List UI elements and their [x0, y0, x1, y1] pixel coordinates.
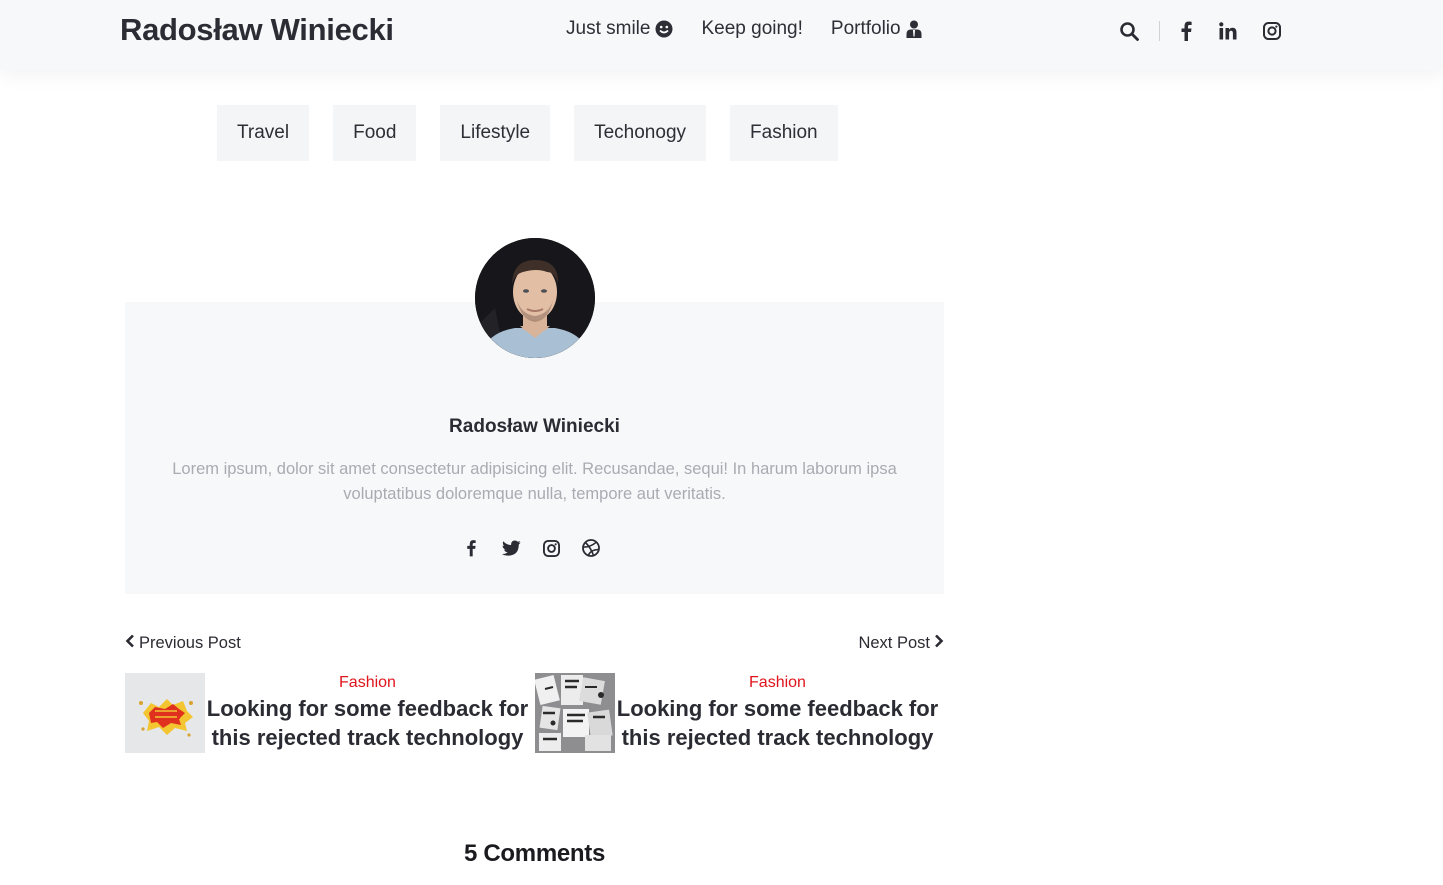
nav-label: Keep going!: [701, 18, 803, 39]
previous-post-info: Fashion Looking for some feedback for th…: [205, 673, 530, 753]
site-header: Radosław Winiecki Just smile Keep going!…: [0, 0, 1443, 70]
next-post-category[interactable]: Fashion: [615, 674, 940, 692]
previous-post-card[interactable]: Fashion Looking for some feedback for th…: [125, 673, 530, 753]
main-nav: Just smile Keep going! Portfolio: [566, 18, 922, 40]
header-actions: [1117, 19, 1284, 43]
author-name: Radosław Winiecki: [449, 416, 620, 437]
author-avatar: [475, 238, 595, 358]
site-brand[interactable]: Radosław Winiecki: [120, 12, 394, 48]
category-tag-fashion[interactable]: Fashion: [730, 105, 838, 161]
facebook-icon[interactable]: [1174, 19, 1198, 43]
next-post-card[interactable]: Fashion Looking for some feedback for th…: [534, 673, 940, 753]
category-tags: Travel Food Lifestyle Techonogy Fashion: [217, 105, 838, 161]
next-post-thumbnail[interactable]: [534, 673, 615, 753]
nav-label: Portfolio: [830, 18, 901, 39]
instagram-icon[interactable]: [541, 538, 561, 558]
nav-portfolio[interactable]: Portfolio: [831, 18, 922, 40]
next-post-label: Next Post: [858, 634, 930, 652]
smile-icon: [655, 20, 673, 38]
dribbble-icon[interactable]: [581, 538, 601, 558]
next-post-info: Fashion Looking for some feedback for th…: [615, 673, 940, 753]
nav-just-smile[interactable]: Just smile: [566, 18, 673, 40]
previous-post-link[interactable]: Previous Post: [125, 634, 241, 653]
comments-heading: 5 Comments: [463, 840, 606, 867]
author-social-links: [461, 538, 601, 558]
header-divider: [1159, 21, 1160, 41]
previous-post-thumbnail[interactable]: [125, 673, 205, 753]
facebook-icon[interactable]: [461, 538, 481, 558]
category-tag-technology[interactable]: Techonogy: [574, 105, 707, 161]
category-tag-travel[interactable]: Travel: [217, 105, 310, 161]
search-icon[interactable]: [1117, 19, 1141, 43]
chevron-right-icon: [934, 634, 944, 653]
nav-keep-going[interactable]: Keep going!: [701, 18, 802, 40]
nav-label: Just smile: [566, 18, 651, 39]
previous-post-category[interactable]: Fashion: [205, 674, 530, 692]
author-bio: Lorem ipsum, dolor sit amet consectetur …: [172, 460, 897, 503]
next-post-link[interactable]: Next Post: [858, 634, 944, 653]
chevron-left-icon: [125, 634, 135, 653]
category-tag-lifestyle[interactable]: Lifestyle: [440, 105, 551, 161]
user-tie-icon: [906, 20, 922, 38]
category-tag-food[interactable]: Food: [333, 105, 417, 161]
next-post-title[interactable]: Looking for some feedback for this rejec…: [615, 694, 940, 752]
previous-post-label: Previous Post: [139, 634, 241, 652]
twitter-icon[interactable]: [501, 538, 521, 558]
instagram-icon[interactable]: [1260, 19, 1284, 43]
previous-post-title[interactable]: Looking for some feedback for this rejec…: [205, 694, 530, 752]
linkedin-icon[interactable]: [1216, 19, 1240, 43]
